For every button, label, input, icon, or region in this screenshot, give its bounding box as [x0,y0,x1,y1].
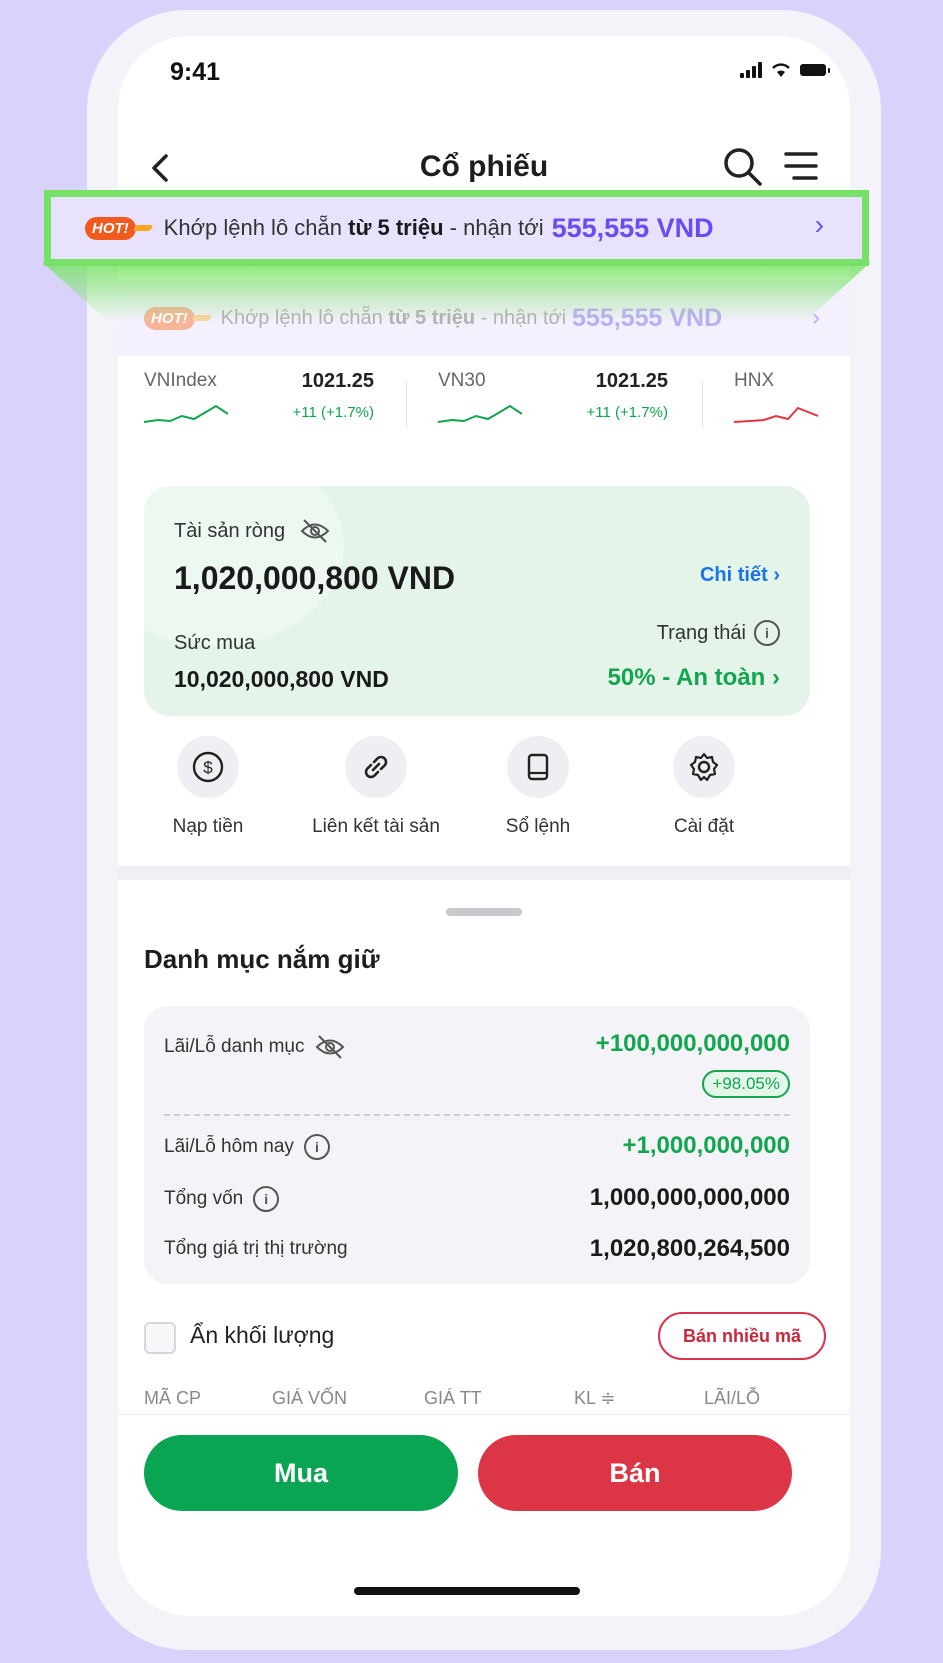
chevron-right-icon: › [814,209,824,240]
highlight-glow [42,262,871,322]
detail-link[interactable]: Chi tiết › [700,564,780,587]
market-value-label: Tổng giá trị thị trường [164,1238,348,1259]
search-icon[interactable] [720,144,764,188]
dollar-icon: $ [177,736,239,798]
capital-value: 1,000,000,000,000 [589,1184,790,1211]
col-market-price[interactable]: GIÁ TT [424,1388,482,1409]
pnl-value: +100,000,000,000 [595,1030,790,1057]
deposit-button[interactable]: $ Nạp tiền [118,736,298,838]
today-pnl-label: Lãi/Lỗ hôm nay [164,1136,294,1157]
banner-text-pre: Khớp lệnh lô chẵn [163,215,343,240]
deposit-label: Nạp tiền [172,816,244,837]
dashed-divider [164,1114,790,1116]
net-asset-label: Tài sản ròng [174,520,286,542]
col-volume[interactable]: KL ≑ [574,1388,615,1409]
col-pnl[interactable]: LÃI/LỖ [704,1388,760,1409]
portfolio-section-title: Danh mục nắm giữ [144,944,380,974]
sparkline-up-icon [438,404,522,423]
hide-volume-checkbox[interactable] [144,1322,176,1354]
index-separator [702,382,703,428]
settings-label: Cài đặt [673,816,735,837]
signal-icon [740,62,762,78]
sparkline-up-icon [144,404,228,423]
index-name: HNX [734,370,775,391]
chevron-right-icon: › [772,664,780,691]
section-divider [118,866,850,880]
capital-label-row: Tổng vốn i [164,1186,280,1212]
index-separator [406,382,407,428]
quick-actions: $ Nạp tiền Liên kết tài sản Sổ lệnh Cài … [118,736,850,856]
banner-amount: 555,555 VND [551,212,714,243]
pnl-label-row: Lãi/Lỗ danh mục [164,1034,345,1060]
link-assets-button[interactable]: Liên kết tài sản [286,736,466,838]
drag-handle[interactable] [446,908,522,916]
capital-label: Tổng vốn [164,1188,244,1209]
sell-button[interactable]: Bán [478,1435,792,1511]
status-icons [740,62,830,78]
eye-slash-icon[interactable] [300,518,330,544]
sell-multiple-button[interactable]: Bán nhiều mã [658,1312,826,1360]
buying-power-value: 10,020,000,800 VND [174,666,389,692]
info-icon[interactable]: i [303,1134,330,1160]
index-name: VNIndex [144,370,217,391]
banner-text-bold: từ 5 triệu [348,215,444,240]
book-icon [507,736,569,798]
order-book-label: Sổ lệnh [505,816,571,837]
index-name: VN30 [438,370,486,391]
home-indicator [354,1587,580,1595]
info-icon[interactable]: i [253,1186,280,1212]
svg-text:$: $ [203,758,213,777]
detail-link-label: Chi tiết [699,564,768,586]
bottom-action-bar: Mua Bán [118,1414,850,1616]
sparkline-down-icon [734,406,818,423]
promo-banner[interactable]: HOT! Khớp lệnh lô chẵn từ 5 triệu - nhận… [44,190,869,266]
status-value-text: 50% - An toàn [607,664,766,691]
hide-volume-label: Ẩn khối lượng [190,1322,335,1348]
info-icon[interactable]: i [754,620,780,646]
net-asset-value: 1,020,000,800 VND [174,560,456,596]
wifi-icon [772,63,790,77]
link-assets-label: Liên kết tài sản [312,816,440,837]
col-stock-code[interactable]: MÃ CP [144,1388,201,1409]
today-pnl-label-row: Lãi/Lỗ hôm nay i [164,1134,330,1160]
settings-button[interactable]: Cài đặt [614,736,794,838]
index-change: +11 (+1.7%) [292,404,374,421]
col-avg-price[interactable]: GIÁ VỐN [272,1388,347,1409]
eye-slash-icon[interactable] [315,1034,345,1060]
pnl-percent-badge: +98.05% [702,1070,790,1098]
chevron-right-icon: › [773,564,780,586]
hot-badge: HOT! [85,216,136,240]
pnl-label: Lãi/Lỗ danh mục [164,1036,305,1057]
index-change: +11 (+1.7%) [586,404,668,421]
gear-icon [673,736,735,798]
link-icon [345,736,407,798]
index-value: 1021.25 [301,370,374,392]
status-value[interactable]: 50% - An toàn › [608,664,780,692]
market-value: 1,020,800,264,500 [589,1235,790,1262]
status-label-row: Trạng thái i [657,620,780,646]
battery-icon [800,64,830,76]
banner-text-mid: - nhận tới [449,215,544,240]
menu-icon[interactable] [782,148,822,184]
asset-card: Tài sản ròng 1,020,000,800 VND Chi tiết … [144,486,810,716]
today-pnl-value: +1,000,000,000 [622,1132,791,1159]
order-book-button[interactable]: Sổ lệnh [448,736,628,838]
market-indices[interactable]: VNIndex 1021.25 +11 (+1.7%) VN30 1021.25… [118,366,850,446]
buying-power-label: Sức mua [174,632,256,654]
status-label: Trạng thái [656,621,746,644]
portfolio-summary-card: Lãi/Lỗ danh mục +100,000,000,000 +98.05%… [144,1006,810,1284]
status-time: 9:41 [170,58,221,86]
index-value: 1021.25 [595,370,668,392]
buy-button[interactable]: Mua [144,1435,458,1511]
